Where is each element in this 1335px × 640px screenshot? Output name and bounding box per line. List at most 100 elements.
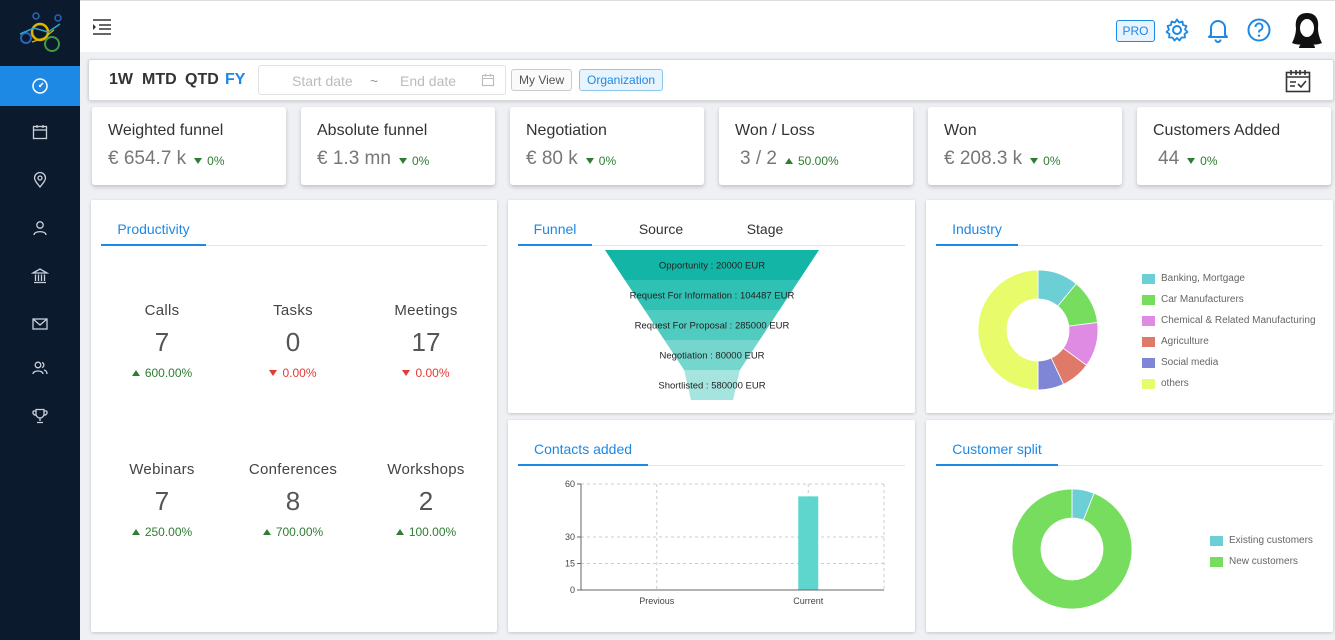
- calendar-check-icon[interactable]: [1285, 69, 1311, 93]
- end-date-input[interactable]: End date: [400, 73, 456, 89]
- down-arrow-icon: [585, 158, 594, 164]
- y-tick-label: 0: [570, 585, 575, 595]
- stat-delta-value: 250.00%: [144, 525, 193, 539]
- stat-delta: 700.00%: [228, 525, 358, 539]
- kpi-delta-value: 0%: [598, 154, 617, 168]
- legend-item[interactable]: Agriculture: [1142, 331, 1316, 352]
- donut-slice[interactable]: [977, 269, 1039, 391]
- stat-value: 7: [154, 486, 170, 516]
- stat-delta-value: 0.00%: [415, 366, 450, 380]
- kpi-value-row: 44 0%: [1158, 148, 1217, 170]
- start-date-input[interactable]: Start date: [292, 73, 353, 89]
- up-arrow-icon: [784, 158, 793, 164]
- bell-icon[interactable]: [1205, 17, 1231, 43]
- organization-button[interactable]: Organization: [579, 69, 664, 91]
- user-avatar[interactable]: [1291, 12, 1323, 48]
- tab-contacts-added[interactable]: Contacts added: [518, 438, 648, 466]
- sidebar-item-team[interactable]: [0, 348, 80, 388]
- filter-bar: 1W MTD QTD FY Start date ~ End date My V…: [88, 59, 1334, 101]
- contacts-tabs: Contacts added: [518, 438, 905, 466]
- bar[interactable]: [798, 496, 819, 590]
- x-tick-label: Previous: [639, 596, 675, 606]
- stat-value: 17: [411, 327, 441, 357]
- stat-label: Tasks: [273, 302, 313, 319]
- donut-slice[interactable]: [1011, 488, 1133, 610]
- funnel-segment-label: Opportunity : 20000 EUR: [659, 261, 765, 272]
- period-1w[interactable]: 1W: [109, 71, 133, 89]
- period-fy[interactable]: FY: [225, 71, 245, 89]
- kpi-card-absolute-funnel[interactable]: Absolute funnel € 1.3 mn 0%: [301, 107, 495, 185]
- tab-stage[interactable]: Stage: [728, 218, 802, 246]
- sidebar-item-contacts[interactable]: [0, 208, 80, 248]
- industry-legend: Banking, Mortgage Car Manufacturers Chemic…: [1142, 268, 1316, 394]
- tab-funnel[interactable]: Funnel: [518, 218, 592, 246]
- stat-meetings: Meetings 17 0.00%: [361, 302, 491, 380]
- legend-label: Agriculture: [1161, 336, 1209, 347]
- legend-swatch: [1142, 357, 1155, 368]
- legend-item[interactable]: others: [1142, 373, 1316, 394]
- kpi-value: € 208.3 k: [944, 148, 1023, 169]
- stat-label: Webinars: [129, 461, 195, 478]
- industry-panel: Industry Banking, Mortgage Car Manufactur…: [926, 200, 1333, 413]
- period-qtd[interactable]: QTD: [185, 71, 219, 89]
- legend-item[interactable]: New customers: [1210, 551, 1313, 572]
- kpi-card-won-loss[interactable]: Won / Loss 3 / 2 50.00%: [719, 107, 913, 185]
- sidebar-item-locations[interactable]: [0, 160, 80, 200]
- tab-industry[interactable]: Industry: [936, 218, 1018, 246]
- y-tick-label: 30: [565, 532, 575, 542]
- app-logo[interactable]: [14, 8, 66, 56]
- date-range-picker[interactable]: Start date ~ End date: [258, 65, 506, 95]
- legend-label: New customers: [1229, 556, 1298, 567]
- kpi-card-negotiation[interactable]: Negotiation € 80 k 0%: [510, 107, 704, 185]
- bank-icon: [31, 268, 49, 284]
- kpi-card-won[interactable]: Won € 208.3 k 0%: [928, 107, 1122, 185]
- tab-customer-split[interactable]: Customer split: [936, 438, 1058, 466]
- kpi-value-row: € 654.7 k 0%: [108, 148, 225, 170]
- stat-tasks: Tasks 0 0.00%: [228, 302, 358, 380]
- kpi-card-weighted-funnel[interactable]: Weighted funnel € 654.7 k 0%: [92, 107, 286, 185]
- legend-item[interactable]: Social media: [1142, 352, 1316, 373]
- stat-workshops: Workshops 2 100.00%: [361, 461, 491, 539]
- kpi-value: 3 / 2: [740, 148, 777, 169]
- funnel-chart: Opportunity : 20000 EUR Request For Infor…: [605, 250, 819, 400]
- stat-delta-value: 0.00%: [282, 366, 317, 380]
- legend-swatch: [1142, 294, 1155, 305]
- legend-swatch: [1142, 336, 1155, 347]
- tab-source[interactable]: Source: [624, 218, 698, 246]
- kpi-delta: 50.00%: [784, 154, 839, 168]
- legend-swatch: [1142, 315, 1155, 326]
- sidebar-item-dashboard[interactable]: [0, 66, 80, 106]
- legend-item[interactable]: Car Manufacturers: [1142, 289, 1316, 310]
- help-icon[interactable]: [1246, 17, 1272, 43]
- team-icon: [32, 361, 48, 375]
- customer-split-panel: Customer split Existing customers New cus…: [926, 420, 1333, 632]
- sidebar-item-accounts[interactable]: [0, 256, 80, 296]
- customer-split-legend: Existing customers New customers: [1210, 530, 1313, 572]
- productivity-panel: Productivity Calls 7 600.00% Tasks 0 0.0…: [91, 200, 497, 632]
- sidebar-item-achievements[interactable]: [0, 396, 80, 436]
- trophy-icon: [32, 408, 48, 424]
- legend-label: Existing customers: [1229, 535, 1313, 546]
- legend-label: Car Manufacturers: [1161, 294, 1244, 305]
- kpi-delta: 0%: [398, 154, 429, 168]
- map-pin-icon: [33, 171, 47, 189]
- sidebar-item-mail[interactable]: [0, 304, 80, 344]
- stat-value: 0: [285, 327, 301, 357]
- mail-icon: [32, 318, 48, 330]
- tab-productivity[interactable]: Productivity: [101, 218, 206, 246]
- legend-swatch: [1142, 378, 1155, 389]
- sidebar-item-calendar[interactable]: [0, 112, 80, 152]
- funnel-segment-label: Negotiation : 80000 EUR: [659, 351, 764, 362]
- menu-indent-icon[interactable]: [92, 18, 112, 36]
- kpi-card-customers-added[interactable]: Customers Added 44 0%: [1137, 107, 1331, 185]
- gear-icon[interactable]: [1164, 17, 1190, 43]
- kpi-delta: 0%: [194, 154, 225, 168]
- legend-item[interactable]: Chemical & Related Manufacturing: [1142, 310, 1316, 331]
- legend-item[interactable]: Existing customers: [1210, 530, 1313, 551]
- pro-badge[interactable]: PRO: [1116, 20, 1155, 42]
- stat-label: Workshops: [387, 461, 465, 478]
- my-view-button[interactable]: My View: [511, 69, 573, 91]
- legend-label: Banking, Mortgage: [1161, 273, 1245, 284]
- legend-item[interactable]: Banking, Mortgage: [1142, 268, 1316, 289]
- period-mtd[interactable]: MTD: [142, 71, 177, 89]
